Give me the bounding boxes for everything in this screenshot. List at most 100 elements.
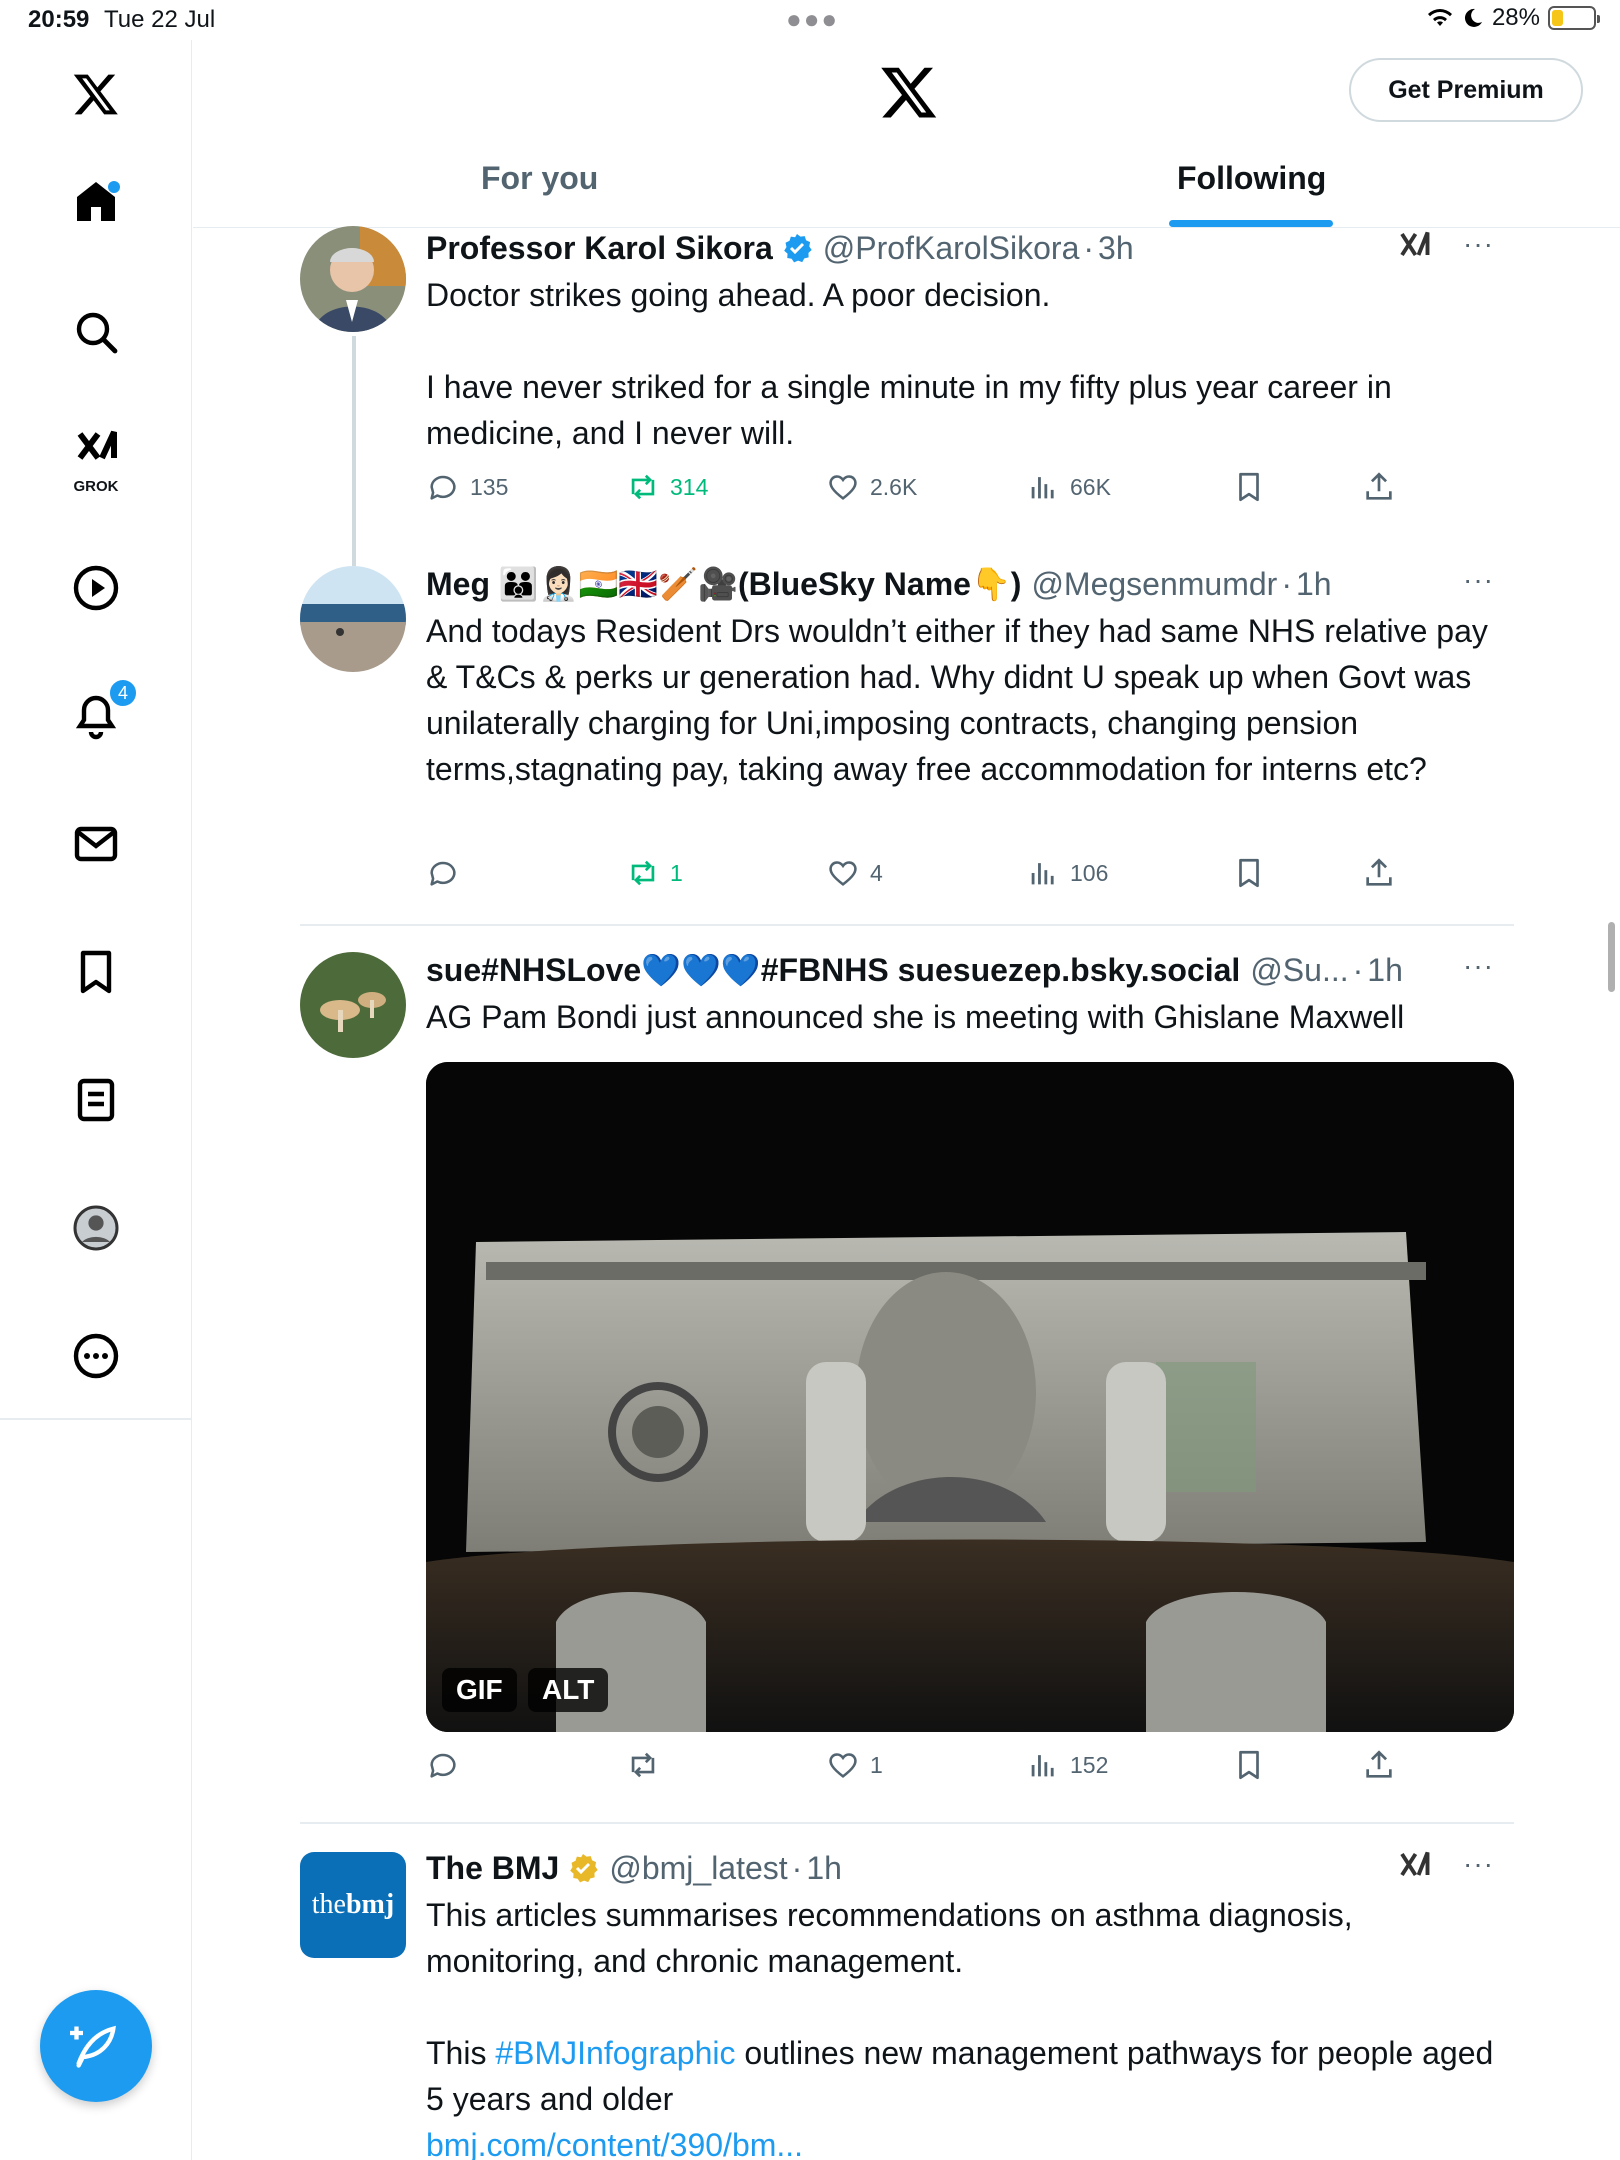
grok-label: GROK (73, 478, 119, 495)
scrollbar-thumb[interactable] (1608, 922, 1615, 992)
repost-button[interactable] (626, 1748, 670, 1782)
tweet-paragraph: And todays Resident Drs wouldn’t either … (426, 613, 1488, 787)
bookmark-button[interactable] (1232, 470, 1266, 504)
status-date: Tue 22 Jul (104, 6, 216, 33)
status-right: 28% (1426, 4, 1600, 32)
avatar[interactable] (300, 566, 406, 672)
home-icon[interactable] (66, 171, 126, 231)
views-button[interactable]: 106 (1026, 856, 1108, 890)
bookmark-icon[interactable] (66, 942, 126, 1002)
compose-icon (70, 2025, 116, 2068)
views-button[interactable]: 66K (1026, 470, 1111, 504)
avatar[interactable] (300, 226, 406, 332)
author-handle[interactable]: @Megsenmumdr (1031, 566, 1277, 603)
tweet-time[interactable]: 1h (806, 1850, 842, 1887)
tweet-paragraph: This #BMJInfographic outlines new manage… (426, 2030, 1512, 2122)
repost-button[interactable]: 1 (626, 856, 683, 890)
share-icon (1366, 1750, 1392, 1778)
like-button[interactable]: 2.6K (826, 470, 917, 504)
status-time: 20:59 (28, 6, 90, 33)
author-handle[interactable]: @bmj_latest (609, 1850, 787, 1887)
grok-icon[interactable] (66, 420, 126, 480)
avatar[interactable]: the bmj (300, 1852, 406, 1958)
compose-button[interactable] (40, 1990, 152, 2102)
search-icon[interactable] (66, 302, 126, 362)
battery-fill (1552, 10, 1564, 26)
left-navigation-rail: GROK 4 (0, 40, 192, 2160)
list-icon[interactable] (66, 1070, 126, 1130)
bmj-logo-bmj: bmj (345, 1889, 395, 1920)
tweet-time[interactable]: 3h (1098, 230, 1134, 267)
like-button[interactable]: 1 (826, 1748, 883, 1782)
tab-following[interactable]: Following (1177, 160, 1326, 226)
bookmark-button[interactable] (1232, 856, 1266, 890)
tweet-time[interactable]: 1h (1367, 952, 1403, 989)
author-name[interactable]: The BMJ (426, 1850, 559, 1887)
author-handle[interactable]: @Su... (1250, 952, 1348, 989)
get-premium-button[interactable]: Get Premium (1349, 58, 1583, 122)
reply-button[interactable] (426, 856, 470, 890)
tweet-time[interactable]: 1h (1296, 566, 1332, 603)
tweet-body: Meg 👪👩🏻‍⚕️🇮🇳🇬🇧🏏🎥(BlueSky Name👇) @Megsenm… (426, 562, 1512, 792)
author-name[interactable]: sue#NHSLove💙💙💙#FBNHS suesuezep.bsky.soci… (426, 951, 1240, 989)
view-count: 106 (1070, 859, 1109, 886)
repost-count: 314 (670, 473, 709, 500)
reply-button[interactable]: 135 (426, 470, 508, 504)
share-button[interactable] (1362, 856, 1396, 890)
more-options-icon[interactable]: ··· (1463, 564, 1494, 596)
share-icon (1366, 858, 1392, 886)
repost-count: 1 (670, 859, 683, 886)
share-button[interactable] (1362, 470, 1396, 504)
gif-banknote-image (426, 1062, 1514, 1732)
status-bar: 20:59 Tue 22 Jul ●●● 28% (0, 0, 1620, 40)
views-button[interactable]: 152 (1026, 1748, 1108, 1782)
like-button[interactable]: 4 (826, 856, 883, 890)
views-icon (1031, 477, 1054, 499)
reply-button[interactable] (426, 1748, 470, 1782)
battery-icon (1548, 6, 1600, 30)
x-logo-icon[interactable] (879, 62, 939, 122)
more-circle-icon[interactable] (66, 1326, 126, 1386)
moon-icon (1464, 8, 1482, 27)
profile-icon[interactable] (66, 1198, 126, 1258)
article-link[interactable]: bmj.com/content/390/bm... (426, 2122, 1512, 2160)
video-icon[interactable] (66, 558, 126, 618)
tweet-body: The BMJ @bmj_latest · 1h This articles s… (426, 1846, 1512, 2160)
bell-icon[interactable]: 4 (66, 678, 138, 746)
tweet-paragraph: Doctor strikes going ahead. A poor decis… (426, 277, 1051, 313)
grok-explain-icon[interactable] (1396, 1848, 1432, 1884)
more-options-icon[interactable]: ··· (1463, 1848, 1494, 1880)
x-logo-icon[interactable] (66, 64, 126, 124)
views-icon (1031, 1755, 1054, 1777)
bookmark-icon (1239, 858, 1259, 888)
tweet-header: Meg 👪👩🏻‍⚕️🇮🇳🇬🇧🏏🎥(BlueSky Name👇) @Megsenm… (426, 562, 1512, 606)
repost-button[interactable]: 314 (626, 470, 708, 504)
tab-for-you[interactable]: For you (481, 160, 598, 226)
reply-icon (430, 861, 456, 886)
bookmark-button[interactable] (1232, 1748, 1266, 1782)
mail-icon[interactable] (66, 814, 126, 874)
grok-explain-icon[interactable] (1396, 228, 1432, 264)
share-icon (1366, 472, 1392, 500)
tweet-header: Professor Karol Sikora @ProfKarolSikora … (426, 226, 1512, 270)
hashtag-link[interactable]: #BMJInfographic (495, 2035, 735, 2071)
wifi-icon (1427, 9, 1452, 26)
alt-text-button[interactable]: ALT (528, 1668, 609, 1712)
author-handle[interactable]: @ProfKarolSikora (823, 230, 1080, 267)
avatar[interactable] (300, 952, 406, 1058)
bookmark-icon (1239, 472, 1259, 502)
tweet-paragraph: This articles summarises recommendations… (426, 1897, 1353, 1979)
more-options-icon[interactable]: ··· (1463, 950, 1494, 982)
author-name[interactable]: Professor Karol Sikora (426, 230, 773, 267)
multitask-dots-icon[interactable]: ●●● (786, 4, 839, 35)
tweet-body: sue#NHSLove💙💙💙#FBNHS suesuezep.bsky.soci… (426, 948, 1512, 1040)
home-unread-dot (108, 181, 120, 193)
repost-icon (631, 860, 655, 886)
heart-icon (829, 861, 857, 886)
heart-icon (829, 1753, 857, 1778)
reply-icon (430, 475, 456, 500)
more-options-icon[interactable]: ··· (1463, 228, 1494, 260)
author-name[interactable]: Meg 👪👩🏻‍⚕️🇮🇳🇬🇧🏏🎥(BlueSky Name👇) (426, 565, 1021, 603)
share-button[interactable] (1362, 1748, 1396, 1782)
tweet-media-gif[interactable]: GIF ALT (426, 1062, 1514, 1732)
